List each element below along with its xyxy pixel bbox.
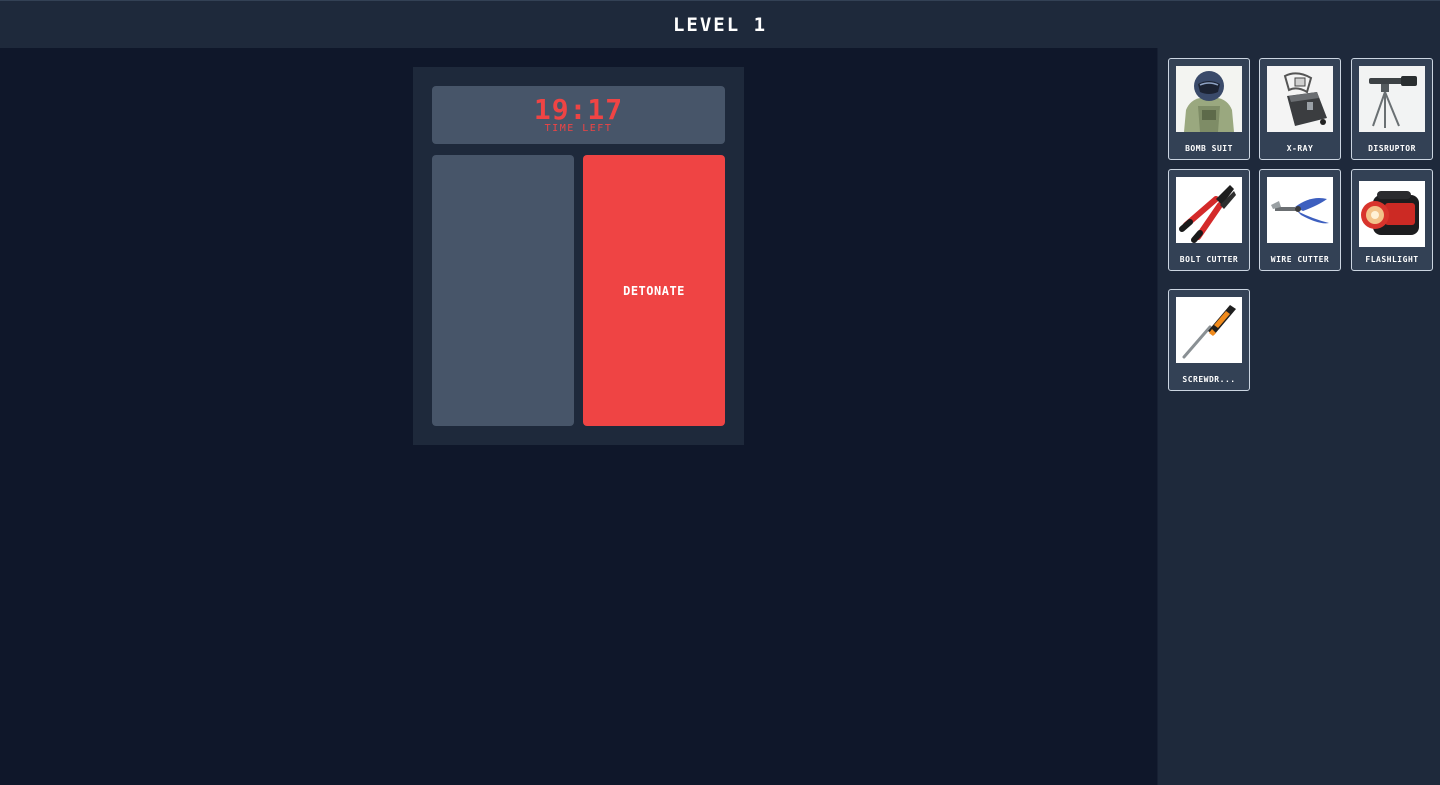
bolt-cutter-icon [1176,177,1242,243]
tool-disruptor[interactable]: DISRUPTOR [1351,58,1433,160]
tool-x-ray[interactable]: X-RAY [1259,58,1341,160]
tool-label: DISRUPTOR [1368,144,1416,153]
tools-sidebar: BOMB SUIT X-RAY DISRUPTOR BOLT CUTTER WI… [1157,48,1440,785]
detonate-button[interactable]: DETONATE [583,155,725,426]
tool-bolt-cutter[interactable]: BOLT CUTTER [1168,169,1250,271]
tool-label: BOLT CUTTER [1179,255,1239,264]
tool-label: BOMB SUIT [1185,144,1233,153]
flashlight-icon [1359,181,1425,247]
bomb-slot-empty[interactable] [432,155,574,426]
level-title: LEVEL 1 [672,13,768,36]
tool-bomb-suit[interactable]: BOMB SUIT [1168,58,1250,160]
tool-label: WIRE CUTTER [1270,255,1330,264]
bomb-suit-icon [1176,66,1242,132]
game-area: 19:17 TIME LEFT DETONATE [0,48,1157,785]
timer-value: 19:17 [533,92,624,126]
disruptor-icon [1359,66,1425,132]
wire-cutter-icon [1267,177,1333,243]
top-bar: LEVEL 1 [0,0,1440,48]
x-ray-icon [1267,66,1333,132]
tool-screwdriver[interactable]: SCREWDR... [1168,289,1250,391]
bomb-panel: 19:17 TIME LEFT DETONATE [413,67,744,445]
tool-flashlight[interactable]: FLASHLIGHT [1351,169,1433,271]
screwdriver-icon [1176,297,1242,363]
tool-label: FLASHLIGHT [1365,255,1419,264]
tool-label: X-RAY [1286,144,1314,153]
timer-display: 19:17 TIME LEFT [432,86,725,144]
timer-label: TIME LEFT [544,122,613,134]
tool-wire-cutter[interactable]: WIRE CUTTER [1259,169,1341,271]
tool-label: SCREWDR... [1182,375,1236,384]
